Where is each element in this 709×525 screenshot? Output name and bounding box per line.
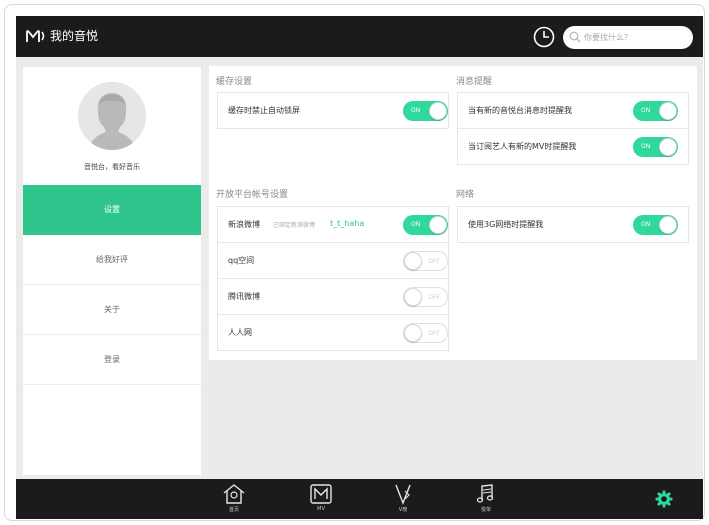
section-title-notify: 消息提醒 bbox=[456, 77, 493, 87]
section-title-cache: 缓存设置 bbox=[216, 77, 253, 87]
sidebar: 音悦台，看好音乐 设置 给我好评 关于 登录 bbox=[23, 67, 201, 475]
device-frame: 我的音悦 音悦台，看好音乐 bbox=[4, 4, 705, 521]
setting-row-renren: 人人网 OFF bbox=[218, 315, 448, 351]
sidebar-menu: 设置 给我好评 关于 登录 bbox=[23, 185, 201, 385]
nav-playlist[interactable]: 悦单 bbox=[471, 483, 501, 517]
nav-home[interactable]: 首页 bbox=[219, 483, 249, 517]
vchart-icon bbox=[395, 484, 411, 505]
mv-icon bbox=[310, 484, 332, 504]
home-icon bbox=[223, 484, 245, 504]
setting-row-qzone: qq空间 OFF bbox=[218, 243, 448, 279]
toggle-qzone[interactable]: OFF bbox=[403, 251, 448, 271]
section-title-platform: 开放平台帐号设置 bbox=[216, 190, 289, 200]
settings-panel: 缓存设置 缓存时禁止自动锁屏 ON 消息提醒 当有新的音悦台消息时提醒我 ON bbox=[209, 66, 697, 360]
playlist-icon bbox=[476, 484, 494, 503]
app-title: 我的音悦 bbox=[50, 29, 99, 43]
setting-label: 腾讯微博 bbox=[228, 292, 260, 301]
setting-row-tencent-weibo: 腾讯微博 OFF bbox=[218, 279, 448, 315]
nav-vchart[interactable]: V榜 bbox=[388, 483, 418, 517]
setting-row-autolock: 缓存时禁止自动锁屏 ON bbox=[218, 93, 448, 129]
setting-row-weibo: 新浪微博 已绑定新浪微博 t_t_haha ON bbox=[218, 207, 448, 243]
search-icon bbox=[569, 31, 581, 43]
nav-mv[interactable]: MV bbox=[306, 483, 336, 517]
setting-label: 当有新的音悦台消息时提醒我 bbox=[468, 106, 572, 115]
sidebar-item-login[interactable]: 登录 bbox=[23, 335, 201, 385]
toggle-notify-mv[interactable]: ON bbox=[633, 137, 678, 157]
toggle-weibo[interactable]: ON bbox=[403, 215, 448, 235]
bottom-nav-bar: 首页 MV V榜 悦单 bbox=[16, 479, 703, 519]
top-bar: 我的音悦 bbox=[16, 16, 703, 57]
toggle-notify-message[interactable]: ON bbox=[633, 101, 678, 121]
history-clock-icon[interactable] bbox=[533, 26, 555, 48]
cache-box: 缓存时禁止自动锁屏 ON bbox=[217, 92, 449, 129]
toggle-tencent-weibo[interactable]: OFF bbox=[403, 287, 448, 307]
setting-label: 缓存时禁止自动锁屏 bbox=[228, 106, 300, 115]
app-screen: 我的音悦 音悦台，看好音乐 bbox=[16, 16, 703, 519]
slogan: 音悦台，看好音乐 bbox=[84, 163, 140, 171]
section-title-network: 网络 bbox=[456, 190, 475, 200]
setting-label: 当订阅艺人有新的MV时提醒我 bbox=[468, 142, 577, 151]
toggle-3g[interactable]: ON bbox=[633, 215, 678, 235]
avatar[interactable] bbox=[78, 82, 146, 150]
search-input[interactable] bbox=[584, 29, 684, 46]
platform-box: 新浪微博 已绑定新浪微博 t_t_haha ON qq空间 OFF 腾讯微博 O… bbox=[217, 206, 449, 351]
bound-status: 已绑定新浪微博 bbox=[273, 222, 316, 229]
user-silhouette-icon bbox=[78, 82, 146, 150]
setting-label: qq空间 bbox=[228, 256, 255, 265]
setting-row-notify-mv: 当订阅艺人有新的MV时提醒我 ON bbox=[458, 129, 688, 165]
setting-label: 使用3G网络时提醒我 bbox=[468, 220, 544, 229]
sidebar-item-rate[interactable]: 给我好评 bbox=[23, 235, 201, 285]
setting-row-notify-message: 当有新的音悦台消息时提醒我 ON bbox=[458, 93, 688, 129]
setting-label: 人人网 bbox=[228, 328, 252, 337]
notify-box: 当有新的音悦台消息时提醒我 ON 当订阅艺人有新的MV时提醒我 ON bbox=[457, 92, 689, 165]
setting-row-3g: 使用3G网络时提醒我 ON bbox=[458, 207, 688, 243]
weibo-username-link[interactable]: t_t_haha bbox=[330, 219, 364, 228]
search-box[interactable] bbox=[563, 26, 693, 49]
network-box: 使用3G网络时提醒我 ON bbox=[457, 206, 689, 243]
sidebar-item-about[interactable]: 关于 bbox=[23, 285, 201, 335]
setting-label: 新浪微博 bbox=[228, 220, 260, 229]
settings-gear-icon[interactable] bbox=[655, 490, 673, 508]
toggle-renren[interactable]: OFF bbox=[403, 323, 448, 343]
sidebar-item-settings[interactable]: 设置 bbox=[23, 185, 201, 235]
toggle-autolock[interactable]: ON bbox=[403, 101, 448, 121]
yinyuetai-logo-icon bbox=[26, 30, 45, 42]
